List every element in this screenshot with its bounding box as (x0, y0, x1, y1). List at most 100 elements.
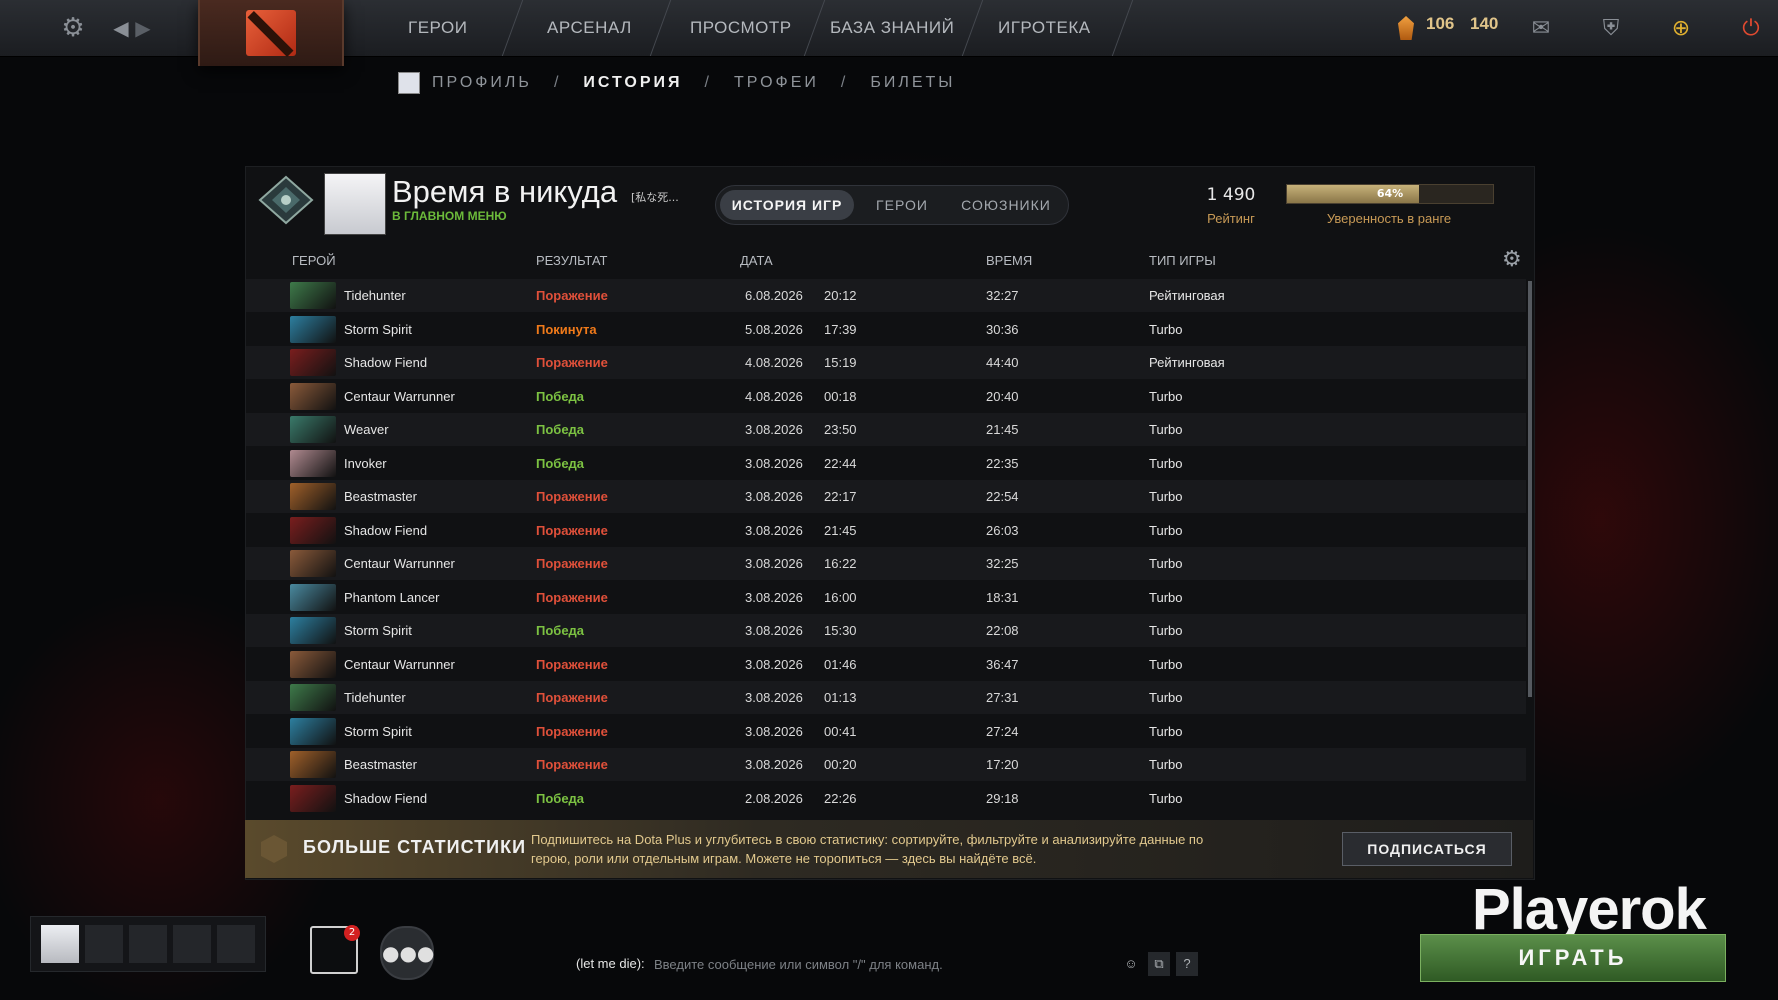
column-header-date[interactable]: ДАТА (740, 253, 773, 268)
game-type: Рейтинговая (1149, 355, 1225, 370)
match-duration: 36:47 (986, 656, 1019, 672)
table-row[interactable]: Beastmaster Поражение 3.08.2026 00:20 17:20 T… (246, 748, 1526, 781)
match-start-time: 00:20 (824, 757, 857, 772)
mail-icon[interactable]: ✉ (1526, 12, 1556, 44)
dota-logo-button[interactable] (198, 0, 344, 66)
match-date: 3.08.2026 (745, 489, 803, 504)
match-result: Поражение (536, 288, 608, 303)
crumb-tickets[interactable]: БИЛЕТЫ (870, 74, 955, 92)
hero-name: Centaur Warrunner (344, 656, 455, 672)
crumb-profile[interactable]: ПРОФИЛЬ (432, 74, 532, 92)
hero-portrait-icon (290, 583, 336, 611)
hero-portrait-icon (290, 784, 336, 812)
table-row[interactable]: Shadow Fiend Победа 2.08.2026 22:26 29:18 Tur… (246, 782, 1526, 815)
dota-plus-title: БОЛЬШЕ СТАТИСТИКИ (303, 837, 527, 857)
table-row[interactable]: Storm Spirit Победа 3.08.2026 15:30 22:08 Tur… (246, 614, 1526, 647)
tab-heroes[interactable]: ГЕРОИ (862, 190, 942, 220)
match-list-scrollbar[interactable] (1528, 281, 1532, 697)
match-history-panel: Время в никуда [私な死... В ГЛАВНОМ МЕНЮ ИС… (245, 166, 1535, 880)
table-row[interactable]: Storm Spirit Покинута 5.08.2026 17:39 30:36 T… (246, 313, 1526, 346)
match-date: 3.08.2026 (745, 522, 803, 538)
table-row[interactable]: Centaur Warrunner Поражение 3.08.2026 01:46… (246, 648, 1526, 681)
table-row[interactable]: Phantom Lancer Поражение 3.08.2026 16:00 18:… (246, 581, 1526, 614)
breadcrumb: ПРОФИЛЬ / ИСТОРИЯ / ТРОФЕИ / БИЛЕТЫ (398, 70, 977, 96)
crumb-history[interactable]: ИСТОРИЯ (583, 74, 682, 92)
party-slot-empty[interactable] (85, 925, 123, 963)
table-row[interactable]: Shadow Fiend Поражение 3.08.2026 21:45 26:03… (246, 514, 1526, 547)
party-slot-empty[interactable] (129, 925, 167, 963)
table-row[interactable]: Tidehunter Поражение 3.08.2026 01:13 27:31 Tu… (246, 681, 1526, 714)
rating-label: Рейтинг (1207, 211, 1255, 226)
party-slot-empty[interactable] (173, 925, 211, 963)
hero-portrait-icon (290, 751, 336, 778)
nav-watch[interactable]: ПРОСМОТР (690, 0, 792, 56)
match-duration: 21:45 (986, 422, 1019, 437)
player-status: В ГЛАВНОМ МЕНЮ (392, 209, 507, 223)
hero-name: Tidehunter (344, 288, 406, 303)
table-row[interactable]: Beastmaster Поражение 3.08.2026 22:17 22:54 T… (246, 480, 1526, 513)
hero-portrait-icon (290, 483, 336, 510)
table-row[interactable]: Invoker Победа 3.08.2026 22:44 22:35 Turbo (246, 447, 1526, 480)
hero-name: Storm Spirit (344, 723, 412, 739)
nav-arcade[interactable]: ИГРОТЕКА (998, 0, 1091, 56)
column-header-hero[interactable]: ГЕРОЙ (292, 253, 336, 268)
hero-name: Centaur Warrunner (344, 556, 455, 571)
hero-portrait-icon (290, 382, 336, 410)
match-date: 3.08.2026 (745, 656, 803, 672)
party-slot-empty[interactable] (217, 925, 255, 963)
chat-window-icon[interactable]: ⧉ (1148, 952, 1170, 976)
table-row[interactable]: Storm Spirit Поражение 3.08.2026 00:41 27:24… (246, 715, 1526, 748)
match-result: Поражение (536, 355, 608, 370)
friends-button[interactable]: ●●● (380, 926, 434, 980)
game-type: Turbo (1149, 422, 1183, 437)
match-result: Поражение (536, 723, 608, 739)
hero-name: Tidehunter (344, 690, 406, 705)
tab-allies[interactable]: СОЮЗНИКИ (948, 190, 1064, 220)
armory-shield-icon[interactable]: ⛨ (1596, 12, 1626, 44)
power-icon[interactable]: ⏻ (1736, 12, 1766, 44)
match-result: Поражение (536, 556, 608, 571)
forward-arrow-icon[interactable]: ▶ (132, 12, 154, 44)
game-type: Turbo (1149, 623, 1183, 638)
match-start-time: 00:18 (824, 388, 857, 404)
column-header-duration[interactable]: ВРЕМЯ (986, 253, 1032, 268)
column-header-game-type[interactable]: ТИП ИГРЫ (1149, 253, 1216, 268)
match-start-time: 15:19 (824, 355, 857, 370)
match-start-time: 01:13 (824, 690, 857, 705)
match-date: 3.08.2026 (745, 757, 803, 772)
nav-armory[interactable]: АРСЕНАЛ (547, 0, 632, 56)
dota-plus-banner: БОЛЬШЕ СТАТИСТИКИ Подпишитесь на Dota Pl… (245, 820, 1533, 878)
hero-portrait-icon (290, 550, 336, 577)
table-row[interactable]: Centaur Warrunner Победа 4.08.2026 00:18 20:… (246, 380, 1526, 413)
notification-badge: 2 (344, 925, 360, 941)
crumb-trophies[interactable]: ТРОФЕИ (734, 74, 819, 92)
dota-plus-icon[interactable]: ⊕ (1666, 12, 1696, 44)
chat-input[interactable] (654, 952, 1054, 976)
table-row[interactable]: Centaur Warrunner Поражение 3.08.2026 16:22… (246, 547, 1526, 580)
profile-avatar[interactable] (324, 173, 386, 235)
player-name: Время в никуда (392, 174, 618, 209)
tab-match-history[interactable]: ИСТОРИЯ ИГР (720, 190, 854, 220)
table-row[interactable]: Shadow Fiend Поражение 4.08.2026 15:19 44:40… (246, 346, 1526, 379)
settings-gear-icon[interactable]: ⚙ (58, 12, 88, 44)
emoji-icon[interactable]: ☺ (1120, 952, 1142, 976)
party-slot-self-avatar[interactable] (41, 925, 79, 963)
play-button[interactable]: ИГРАТЬ (1420, 934, 1726, 982)
table-row[interactable]: Weaver Победа 3.08.2026 23:50 21:45 Turbo (246, 413, 1526, 446)
shards-count: 106 (1426, 14, 1455, 33)
profile-avatar-small (398, 72, 420, 94)
nav-knowledge-base[interactable]: БАЗА ЗНАНИЙ (830, 0, 954, 56)
nav-heroes[interactable]: ГЕРОИ (408, 0, 467, 56)
hero-name: Storm Spirit (344, 623, 412, 638)
match-duration: 44:40 (986, 355, 1019, 370)
back-arrow-icon[interactable]: ◀ (110, 12, 132, 44)
table-row[interactable]: Tidehunter Поражение 6.08.2026 20:12 32:27 Ре… (246, 279, 1526, 312)
match-start-time: 22:44 (824, 455, 857, 471)
match-duration: 20:40 (986, 388, 1019, 404)
nav-separator (501, 0, 524, 56)
subscribe-button[interactable]: ПОДПИСАТЬСЯ (1342, 832, 1512, 866)
hero-name: Shadow Fiend (344, 355, 428, 370)
hero-portrait-icon (290, 416, 336, 443)
column-header-result[interactable]: РЕЗУЛЬТАТ (536, 253, 607, 268)
chat-help-button[interactable]: ? (1176, 952, 1198, 976)
